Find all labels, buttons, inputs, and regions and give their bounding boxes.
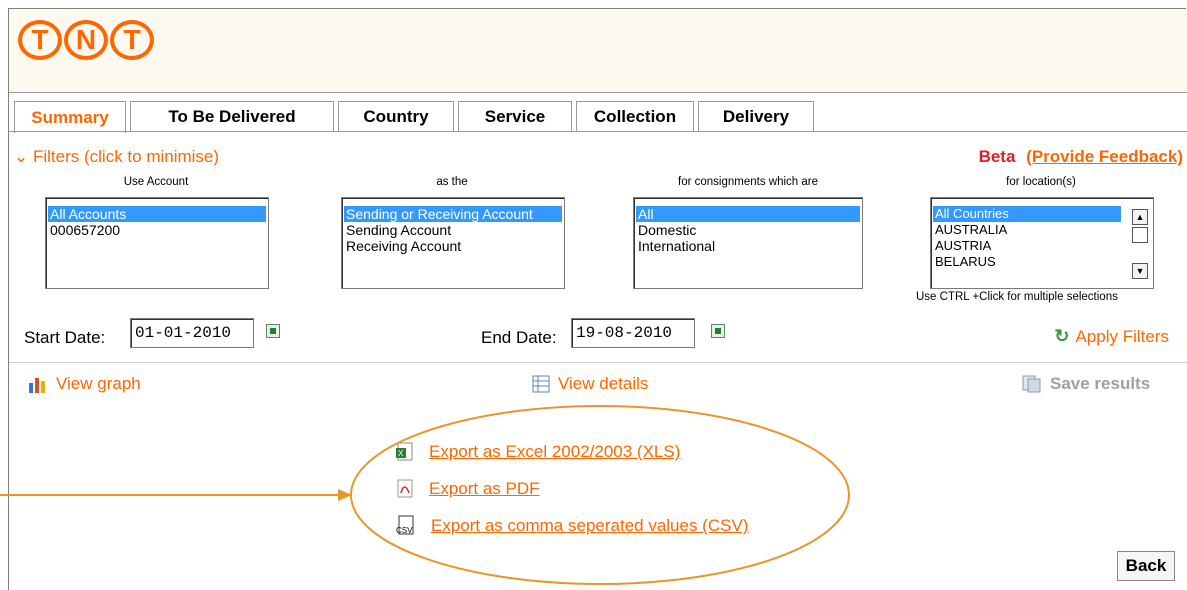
annotation-ellipse: [350, 405, 850, 585]
annotation-overlay: [0, 405, 850, 585]
annotation-arrow-head: [338, 489, 352, 501]
